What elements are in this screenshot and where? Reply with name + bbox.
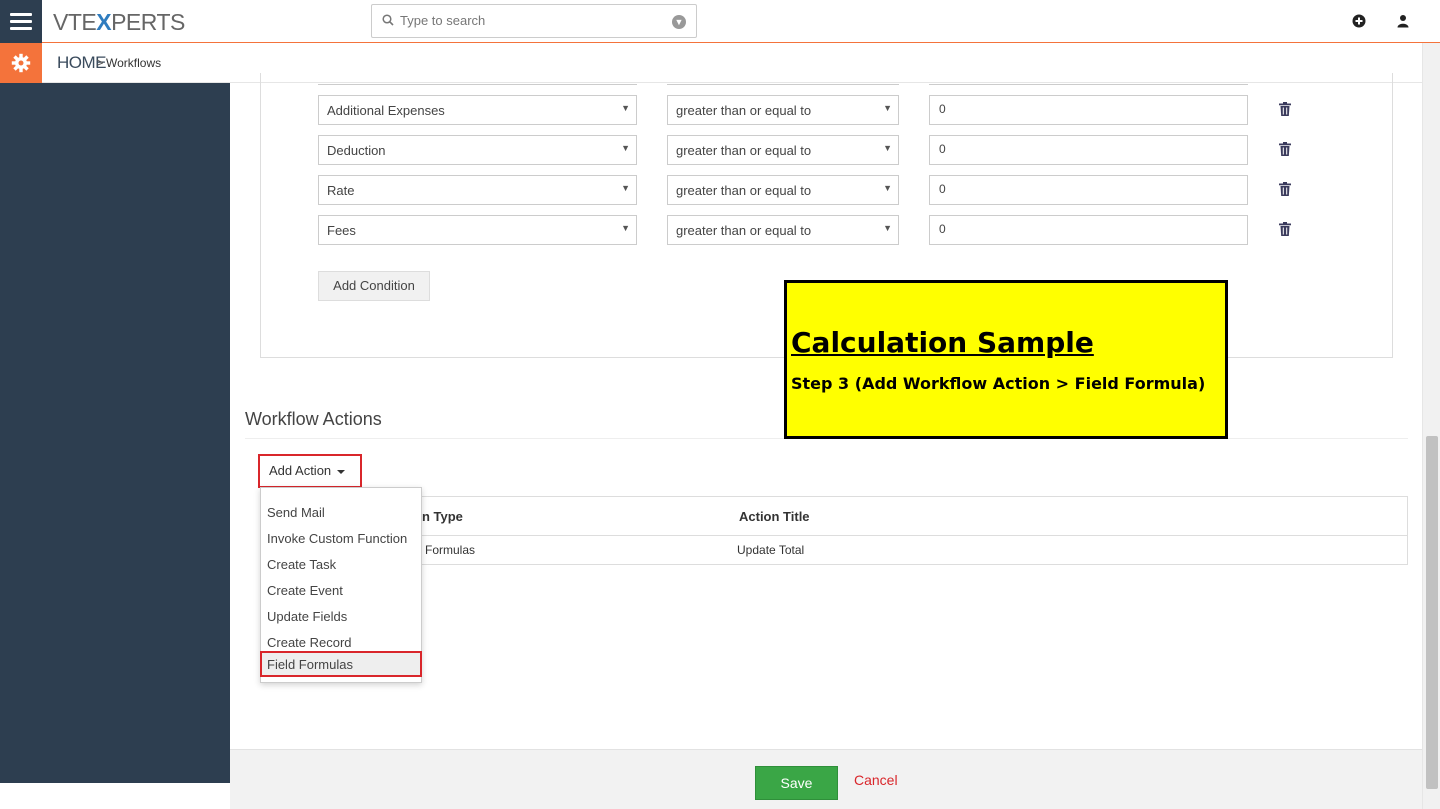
table-header: on Type Action Title (261, 497, 1407, 536)
condition-field-select[interactable]: Rate ▼ (318, 175, 637, 205)
condition-value-input[interactable]: 0 (929, 95, 1248, 125)
callout-subtitle: Step 3 (Add Workflow Action > Field Form… (791, 374, 1206, 393)
vertical-scrollbar[interactable] (1422, 43, 1440, 809)
table-cell-action-title[interactable]: Update Total (737, 543, 804, 557)
menu-toggle-button[interactable] (0, 0, 42, 43)
hamburger-icon (10, 13, 32, 16)
condition-field-select[interactable]: Fees ▼ (318, 215, 637, 245)
condition-operator-select[interactable]: greater than or equal to ▼ (667, 175, 899, 205)
table-cell-action-type[interactable]: Formulas (425, 543, 475, 557)
add-circle-icon[interactable] (1352, 14, 1366, 28)
search-icon (382, 14, 394, 26)
caret-down-icon (337, 469, 346, 474)
dropdown-caret-icon: ▼ (621, 183, 630, 193)
menu-item-update-fields[interactable]: Update Fields (261, 603, 421, 629)
search-input[interactable] (400, 13, 660, 28)
save-button[interactable]: Save (755, 766, 838, 800)
breadcrumb-current: Workflows (106, 56, 162, 70)
actions-table: on Type Action Title Formulas Update Tot… (260, 496, 1408, 565)
global-search[interactable]: ▼ (371, 4, 697, 38)
workflow-actions-heading: Workflow Actions (245, 409, 382, 429)
breadcrumb-separator: > (96, 55, 104, 70)
add-action-button[interactable]: Add Action (258, 454, 362, 488)
dropdown-caret-icon: ▼ (883, 103, 892, 113)
column-header-action-title: Action Title (739, 509, 810, 524)
dropdown-caret-icon: ▼ (621, 103, 630, 113)
app-logo[interactable]: VTEXPERTS (53, 9, 185, 36)
trash-icon[interactable] (1279, 182, 1291, 196)
menu-item-create-task[interactable]: Create Task (261, 551, 421, 577)
dropdown-caret-icon: ▼ (883, 223, 892, 233)
dropdown-caret-icon: ▼ (621, 223, 630, 233)
dropdown-caret-icon: ▼ (621, 143, 630, 153)
condition-value-input[interactable]: 0 (929, 215, 1248, 245)
condition-value-input[interactable]: 0 (929, 175, 1248, 205)
condition-field-select[interactable]: Additional Expenses ▼ (318, 95, 637, 125)
gear-icon (11, 53, 31, 73)
dropdown-caret-icon: ▼ (883, 143, 892, 153)
form-footer: Save Cancel (230, 749, 1422, 809)
condition-operator-select[interactable]: greater than or equal to ▼ (667, 215, 899, 245)
trash-icon[interactable] (1279, 142, 1291, 156)
menu-item-invoke-custom-function[interactable]: Invoke Custom Function (261, 525, 421, 551)
trash-icon[interactable] (1279, 102, 1291, 116)
sidebar (0, 83, 230, 783)
user-icon[interactable] (1396, 14, 1410, 28)
annotation-callout: Calculation Sample Step 3 (Add Workflow … (784, 280, 1228, 439)
condition-value-input[interactable]: 0 (929, 135, 1248, 165)
main-content: Additional Expenses ▼ greater than or equ… (230, 73, 1422, 749)
menu-item-field-formulas[interactable]: Field Formulas (260, 651, 422, 677)
menu-item-send-mail[interactable]: Send Mail (261, 499, 421, 525)
menu-item-create-event[interactable]: Create Event (261, 577, 421, 603)
condition-operator-select[interactable]: greater than or equal to ▼ (667, 135, 899, 165)
add-action-dropdown-menu: Send Mail Invoke Custom Function Create … (260, 487, 422, 683)
condition-field-select[interactable]: Deduction ▼ (318, 135, 637, 165)
cancel-link[interactable]: Cancel (854, 772, 898, 788)
scrollbar-thumb[interactable] (1426, 436, 1438, 789)
dropdown-caret-icon: ▼ (883, 183, 892, 193)
condition-operator-select[interactable]: greater than or equal to ▼ (667, 95, 899, 125)
add-condition-button[interactable]: Add Condition (318, 271, 430, 301)
top-navigation-bar: VTEXPERTS ▼ (0, 0, 1440, 43)
chevron-down-icon[interactable]: ▼ (672, 15, 686, 29)
settings-button[interactable] (0, 43, 42, 83)
callout-title: Calculation Sample (791, 326, 1094, 359)
trash-icon[interactable] (1279, 222, 1291, 236)
